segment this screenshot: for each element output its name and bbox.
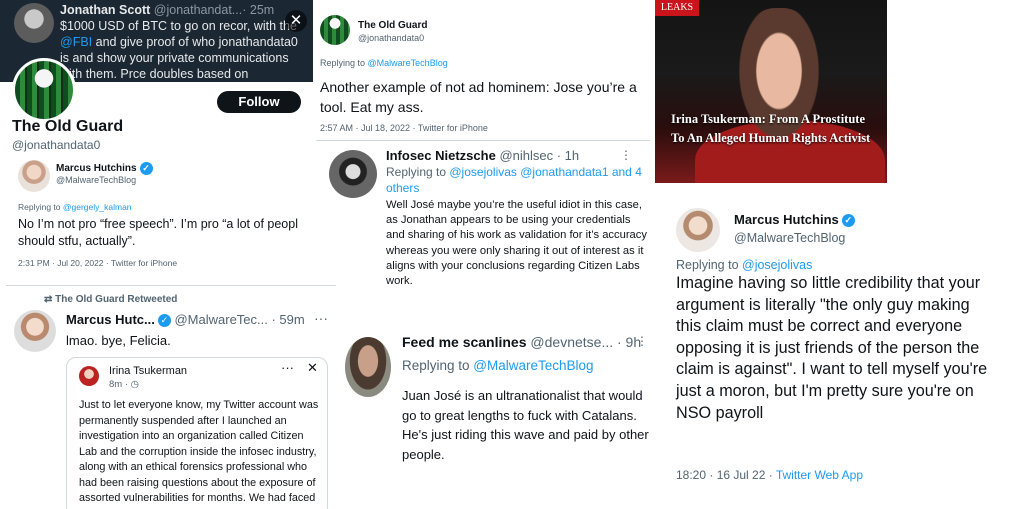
replying-to: Replying to @josejolivas	[676, 258, 812, 272]
tweet-author[interactable]: Infosec Nietzsche	[386, 148, 496, 163]
replying-prefix: Replying to	[402, 358, 474, 373]
avatar	[79, 366, 99, 386]
retweet-text: The Old Guard Retweeted	[55, 294, 178, 305]
tweet-handle: @MalwareTechBlog	[56, 175, 137, 185]
tweet-author[interactable]: Marcus Hutchins ✓	[56, 162, 153, 175]
quote-text: Just to let everyone know, my Twitter ac…	[79, 399, 319, 504]
tweet-meta: 2:57 AM · Jul 18, 2022 · Twitter for iPh…	[320, 123, 488, 133]
tweet-handle: @MalwareTechBlog	[734, 231, 846, 245]
profile-handle: @jonathandata0	[12, 138, 101, 152]
divider	[6, 285, 336, 286]
replying-prefix: Replying to	[320, 58, 368, 68]
mention-link[interactable]: @MalwareTechBlog	[473, 358, 593, 373]
tweet-time: 18:20 · 16 Jul 22 ·	[676, 468, 776, 482]
replying-to: Replying to @MalwareTechBlog	[320, 58, 448, 68]
tweet-handle: @jonathandata0	[358, 33, 425, 43]
tweet-header: Infosec Nietzsche @nihlsec · 1h	[386, 148, 579, 163]
tweet-author[interactable]: Jonathan Scott	[60, 3, 150, 17]
tweet-header: Marcus Hutc... ✓ @MalwareTec... · 59m	[66, 312, 305, 328]
leaks-badge: LEAKS	[655, 0, 699, 16]
more-options-icon[interactable]: ⋮	[620, 148, 632, 162]
tweet-author[interactable]: Marcus Hutc...	[66, 312, 155, 327]
profile-avatar[interactable]	[12, 58, 76, 122]
replying-to: Replying to @gergely_kalman	[18, 202, 132, 212]
more-options-icon[interactable]: ···	[281, 360, 294, 375]
more-options-icon[interactable]: ···	[314, 310, 328, 326]
tweet-text: lmao. bye, Felicia.	[66, 333, 171, 348]
tweet-handle-time: @devnetse... · 9h	[530, 334, 642, 350]
tweet-meta: 18:20 · 16 Jul 22 · Twitter Web App	[676, 468, 863, 482]
mention-link[interactable]: @MalwareTechBlog	[368, 58, 448, 68]
quote-author: Irina Tsukerman	[109, 365, 188, 377]
tweet-author[interactable]: The Old Guard	[358, 20, 427, 31]
quote-time: 8m · ◷	[109, 379, 139, 390]
tweet-text-part: $1000 USD of BTC to go on recor, with th…	[60, 19, 297, 33]
avatar[interactable]	[14, 3, 54, 43]
tweet-text: Imagine having so little credibility tha…	[676, 274, 988, 422]
retweet-icon: ⇄	[44, 294, 56, 305]
article-caption: Irina Tsukerman: From A Prostitute To An…	[671, 112, 871, 145]
tweet-meta: 2:31 PM · Jul 20, 2022 · Twitter for iPh…	[18, 258, 178, 268]
tweet-text: Another example of not ad hominem: Jose …	[320, 79, 637, 115]
replying-to: Replying to @MalwareTechBlog	[402, 358, 594, 373]
mention-link[interactable]: @josejolivas	[742, 258, 812, 272]
tweet-text: Well José maybe you’re the useful idiot …	[386, 199, 647, 288]
tweet-handle-time: @jonathandat...· 25m	[153, 3, 275, 17]
tweet-handle-time: @MalwareTec... · 59m	[174, 312, 305, 327]
tweet-author[interactable]: Feed me scanlines	[402, 334, 527, 350]
tweet-handle-time: @nihlsec · 1h	[499, 148, 580, 163]
author-name: Marcus Hutchins	[56, 163, 137, 175]
close-icon[interactable]: ✕	[307, 360, 318, 376]
mention-link[interactable]: @FBI	[60, 35, 92, 49]
avatar[interactable]	[345, 337, 391, 397]
replying-prefix: Replying to	[386, 165, 450, 179]
tweet-text: No I’m not pro “free speech”. I’m pro “a…	[18, 217, 298, 248]
tweet-header: Feed me scanlines @devnetse... · 9h	[402, 334, 641, 350]
replying-to: Replying to @josejolivas @jonathandata1 …	[386, 164, 646, 196]
avatar[interactable]	[676, 208, 720, 252]
more-options-icon[interactable]: ⋮	[636, 334, 648, 348]
verified-badge-icon: ✓	[841, 214, 855, 228]
avatar[interactable]	[14, 310, 56, 352]
dark-tweet-text: Jonathan Scott @jonathandat...· 25m $100…	[60, 2, 310, 82]
profile-name: The Old Guard	[12, 118, 124, 135]
tweet-text: Juan José is an ultranationalist that wo…	[402, 388, 649, 462]
quoted-tweet[interactable]: Irina Tsukerman 8m · ◷ ··· ✕ Just to let…	[66, 357, 328, 509]
verified-badge-icon: ✓	[139, 162, 153, 175]
replying-prefix: Replying to	[18, 202, 63, 212]
retweet-label: ⇄ The Old Guard Retweeted	[44, 294, 177, 305]
avatar[interactable]	[18, 160, 50, 192]
divider	[316, 140, 650, 141]
article-image[interactable]: LEAKS Irina Tsukerman: From A Prostitute…	[655, 0, 887, 183]
close-icon[interactable]: ✕	[285, 10, 307, 32]
avatar[interactable]	[329, 150, 377, 198]
tweet-app-link[interactable]: Twitter Web App	[776, 468, 863, 482]
follow-button[interactable]: Follow	[217, 91, 301, 113]
verified-badge-icon: ✓	[157, 314, 171, 328]
tweet-author[interactable]: Marcus Hutchins ✓	[734, 212, 855, 228]
avatar[interactable]	[320, 15, 350, 45]
mention-link[interactable]: @gergely_kalman	[63, 202, 132, 212]
tweet-text-part: and give proof of who jonathandata0 is a…	[60, 35, 298, 81]
replying-prefix: Replying to	[676, 258, 743, 272]
author-name: Marcus Hutchins	[734, 212, 839, 227]
